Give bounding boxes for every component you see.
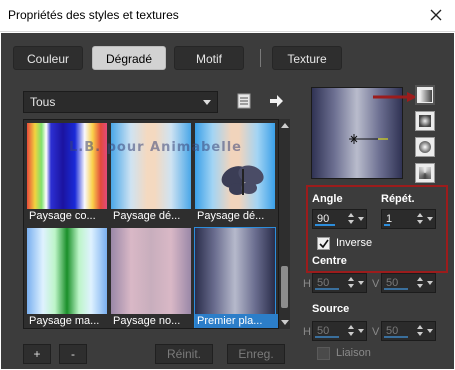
- source-h-slider[interactable]: [315, 336, 339, 338]
- gradient-item-paysage-co[interactable]: Paysage co...: [27, 123, 111, 225]
- centre-h-dropdown[interactable]: [357, 274, 366, 292]
- scroll-down-icon[interactable]: [281, 320, 289, 325]
- close-icon[interactable]: [427, 6, 445, 24]
- centre-label: Centre: [312, 255, 347, 267]
- centre-v-slider[interactable]: [384, 288, 408, 290]
- tab-motif[interactable]: Motif: [174, 46, 244, 70]
- butterfly-icon: [221, 165, 264, 195]
- centre-h-stepper[interactable]: [346, 274, 356, 292]
- gradient-item-paysage-de-1[interactable]: Paysage dé...: [111, 123, 195, 225]
- source-v-stepper[interactable]: [415, 322, 425, 340]
- gradient-item-paysage-ma[interactable]: Paysage ma...: [27, 228, 111, 328]
- repeat-spinner[interactable]: 1: [381, 209, 436, 229]
- gradient-caption: Paysage dé...: [111, 209, 195, 225]
- source-label: Source: [312, 303, 350, 315]
- tab-couleur[interactable]: Couleur: [13, 46, 83, 70]
- gradient-item-premier-plan[interactable]: Premier pla...: [194, 227, 279, 328]
- category-select[interactable]: Tous: [23, 91, 218, 113]
- tab-degrade[interactable]: Dégradé: [92, 46, 166, 70]
- remove-button[interactable]: -: [59, 344, 87, 364]
- tab-texture[interactable]: Texture: [272, 46, 342, 70]
- callout-arrow: [373, 92, 417, 102]
- sunburst-gradient-icon: [419, 167, 431, 179]
- centre-v-label: V: [372, 278, 380, 290]
- source-h-stepper[interactable]: [346, 322, 356, 340]
- gradient-gallery: Paysage co... Paysage dé... Paysage dé..…: [23, 119, 289, 329]
- document-icon[interactable]: [237, 93, 251, 109]
- radial-style-button[interactable]: [415, 137, 435, 157]
- source-h-label: H: [303, 326, 311, 338]
- source-v-label: V: [372, 326, 380, 338]
- angle-stepper[interactable]: [346, 210, 356, 228]
- source-h-spinner[interactable]: 50: [312, 321, 367, 341]
- dialog-body: Couleur Dégradé Motif Texture Tous Paysa…: [1, 33, 454, 369]
- checkmark-icon: [319, 239, 329, 249]
- repeat-dropdown[interactable]: [426, 210, 435, 228]
- radial-gradient-icon: [419, 141, 431, 153]
- gradient-caption: Paysage dé...: [195, 209, 279, 225]
- gradient-swatch: [195, 228, 275, 314]
- source-v-dropdown[interactable]: [426, 322, 435, 340]
- link-checkbox[interactable]: [317, 347, 330, 360]
- gradient-center-marker[interactable]: [348, 132, 392, 146]
- rectangular-gradient-icon: [419, 115, 431, 127]
- gallery-scrollbar[interactable]: [278, 119, 290, 329]
- gradient-caption: Paysage no...: [111, 314, 195, 328]
- centre-h-spinner[interactable]: 50: [312, 273, 367, 293]
- scroll-up-icon[interactable]: [281, 123, 289, 128]
- repeat-slider[interactable]: [384, 224, 390, 226]
- gradient-caption: Premier pla...: [195, 314, 279, 328]
- invert-checkbox[interactable]: [317, 237, 330, 250]
- gradient-swatch: [27, 228, 107, 314]
- angle-label: Angle: [312, 193, 343, 205]
- scroll-thumb[interactable]: [281, 266, 288, 308]
- title-bar: Propriétés des styles et textures: [0, 0, 455, 32]
- angle-slider[interactable]: [315, 224, 335, 226]
- gradient-item-paysage-de-2[interactable]: Paysage dé...: [195, 123, 279, 225]
- centre-v-stepper[interactable]: [415, 274, 425, 292]
- source-h-dropdown[interactable]: [357, 322, 366, 340]
- gradient-item-paysage-no[interactable]: Paysage no...: [111, 228, 195, 328]
- invert-label[interactable]: Inverse: [336, 237, 372, 249]
- centre-v-spinner[interactable]: 50: [381, 273, 436, 293]
- category-select-value: Tous: [30, 95, 56, 109]
- save-button[interactable]: Enreg.: [227, 344, 285, 364]
- source-v-spinner[interactable]: 50: [381, 321, 436, 341]
- window-title: Propriétés des styles et textures: [8, 8, 179, 22]
- repeat-label: Répét.: [381, 193, 415, 205]
- gradient-caption: Paysage ma...: [27, 314, 111, 328]
- add-button[interactable]: +: [23, 344, 51, 364]
- link-label[interactable]: Liaison: [336, 347, 371, 359]
- tab-separator: [260, 49, 261, 67]
- centre-h-label: H: [303, 278, 311, 290]
- linear-style-button[interactable]: [415, 85, 435, 105]
- angle-spinner[interactable]: 90: [312, 209, 367, 229]
- arrow-right-icon[interactable]: [268, 93, 284, 109]
- centre-h-slider[interactable]: [315, 288, 339, 290]
- gradient-swatch: [111, 123, 191, 209]
- chevron-down-icon: [203, 100, 211, 105]
- gradient-swatch: [111, 228, 191, 314]
- gradient-caption: Paysage co...: [27, 209, 111, 225]
- reset-button[interactable]: Réinit.: [155, 344, 213, 364]
- angle-dropdown[interactable]: [357, 210, 366, 228]
- linear-gradient-icon: [420, 90, 432, 102]
- centre-v-dropdown[interactable]: [426, 274, 435, 292]
- gradient-swatch: [27, 123, 107, 209]
- rectangular-style-button[interactable]: [415, 111, 435, 131]
- repeat-stepper[interactable]: [415, 210, 425, 228]
- sunburst-style-button[interactable]: [415, 163, 435, 183]
- source-v-slider[interactable]: [384, 336, 408, 338]
